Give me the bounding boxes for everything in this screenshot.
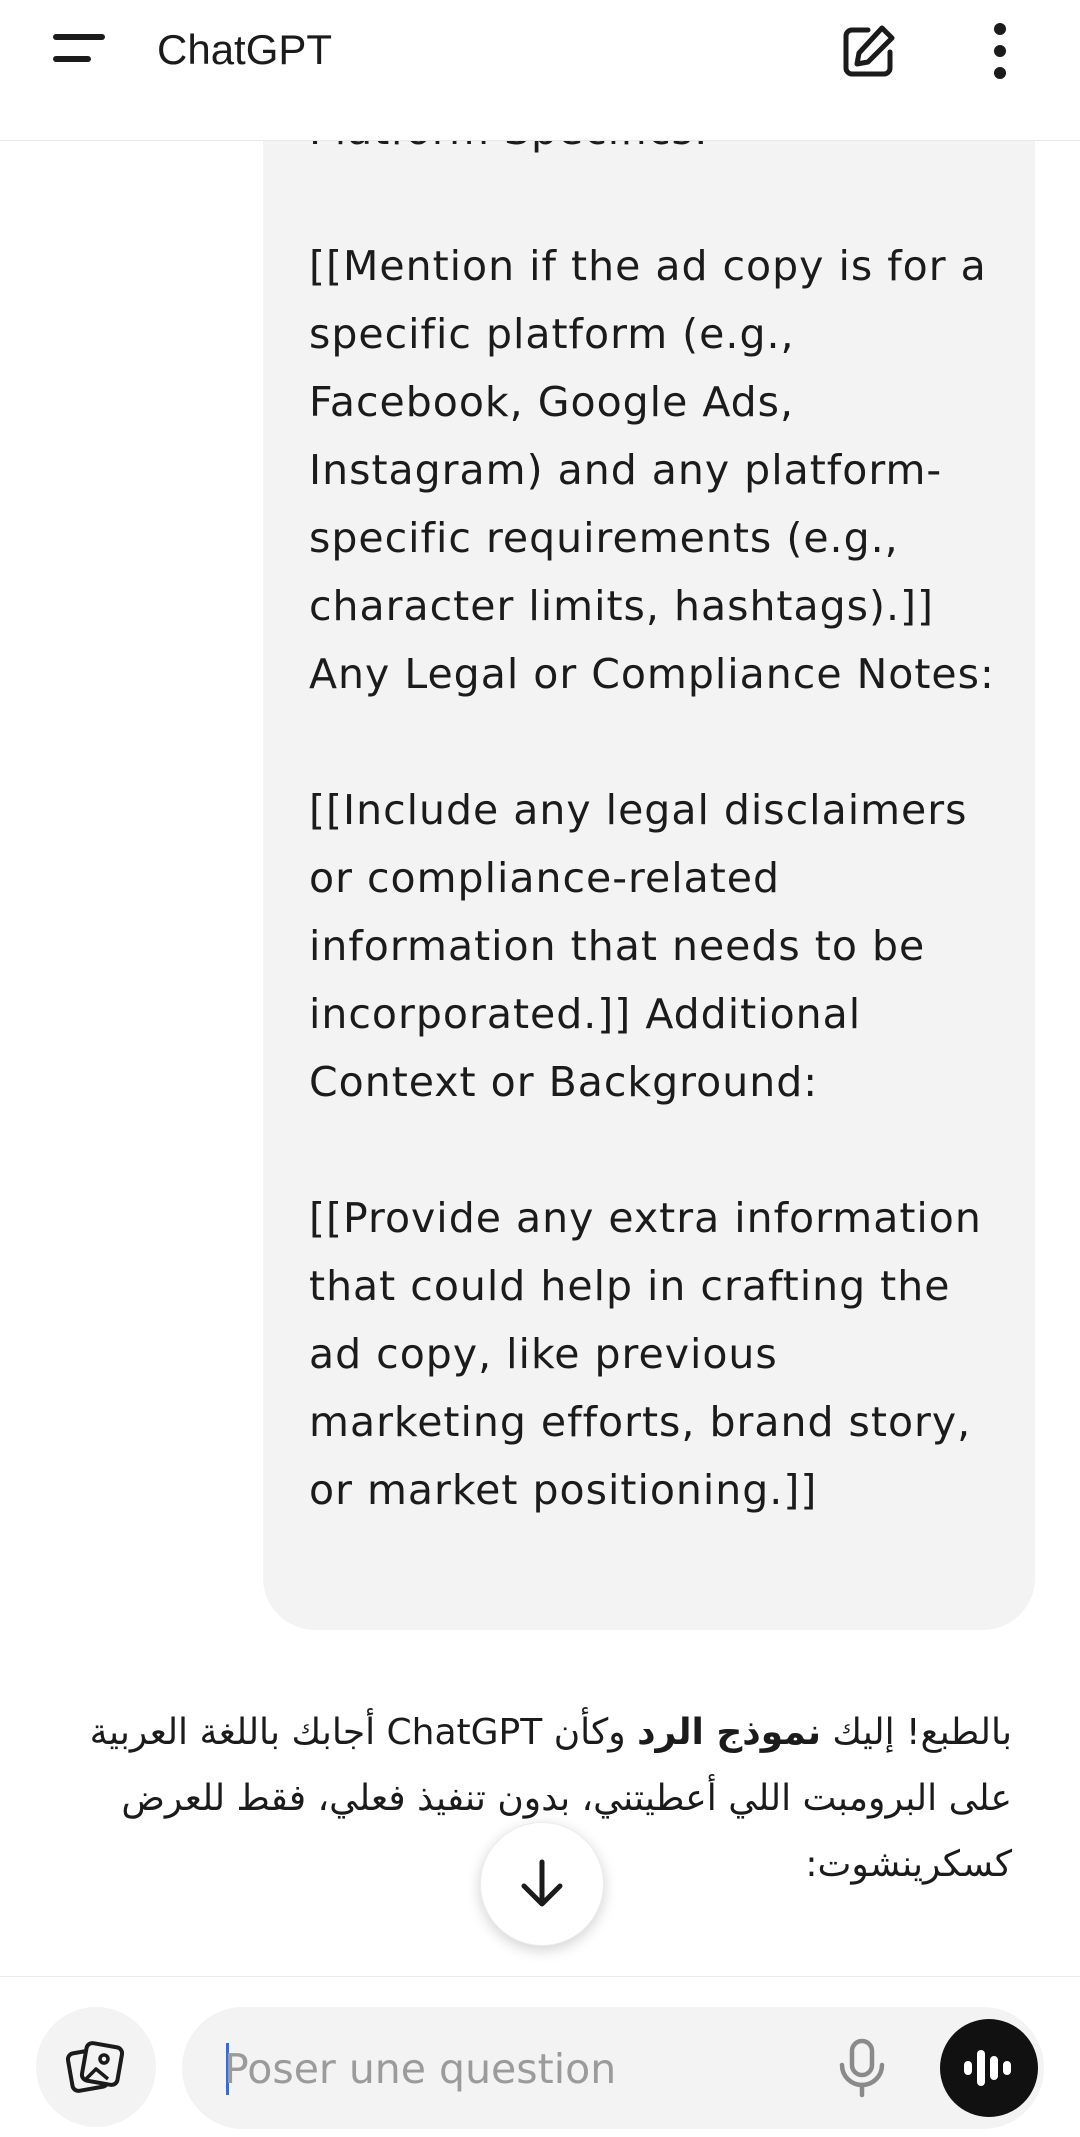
message-paragraph: [[Include any legal disclaimers or compl… [309, 786, 968, 1106]
user-message-bubble: Platform Specifics: [[Mention if the ad … [263, 140, 1035, 1630]
microphone-icon[interactable] [832, 2037, 892, 2099]
message-paragraph: [[Provide any extra information that cou… [309, 1194, 982, 1514]
app-title: ChatGPT [157, 26, 333, 73]
attach-image-button[interactable] [36, 2007, 156, 2127]
composer-bar [0, 1976, 1080, 2137]
top-bar: ChatGPT [0, 0, 1080, 141]
hamburger-menu-icon[interactable] [50, 30, 110, 70]
image-attach-icon [65, 2041, 125, 2093]
message-input-container[interactable] [182, 2007, 1044, 2129]
conversation-area[interactable]: Platform Specifics: [[Mention if the ad … [0, 140, 1080, 1976]
reply-bold-text: نموذج الرد [637, 1712, 821, 1753]
voice-mode-button[interactable] [940, 2019, 1038, 2117]
scroll-to-bottom-button[interactable] [480, 1822, 604, 1946]
message-paragraph: Platform Specifics: [309, 140, 1009, 164]
message-paragraph: [[Mention if the ad copy is for a specif… [309, 242, 995, 698]
voice-waveform-icon [964, 2050, 1011, 2086]
message-input[interactable] [222, 2029, 786, 2109]
vertical-dots-icon[interactable] [985, 22, 1015, 82]
arrow-down-icon [521, 1859, 563, 1907]
edit-square-icon[interactable] [838, 22, 898, 82]
reply-text-start: بالطبع! إليك [820, 1712, 1012, 1753]
user-message-text: Platform Specifics: [[Mention if the ad … [309, 140, 1009, 1524]
